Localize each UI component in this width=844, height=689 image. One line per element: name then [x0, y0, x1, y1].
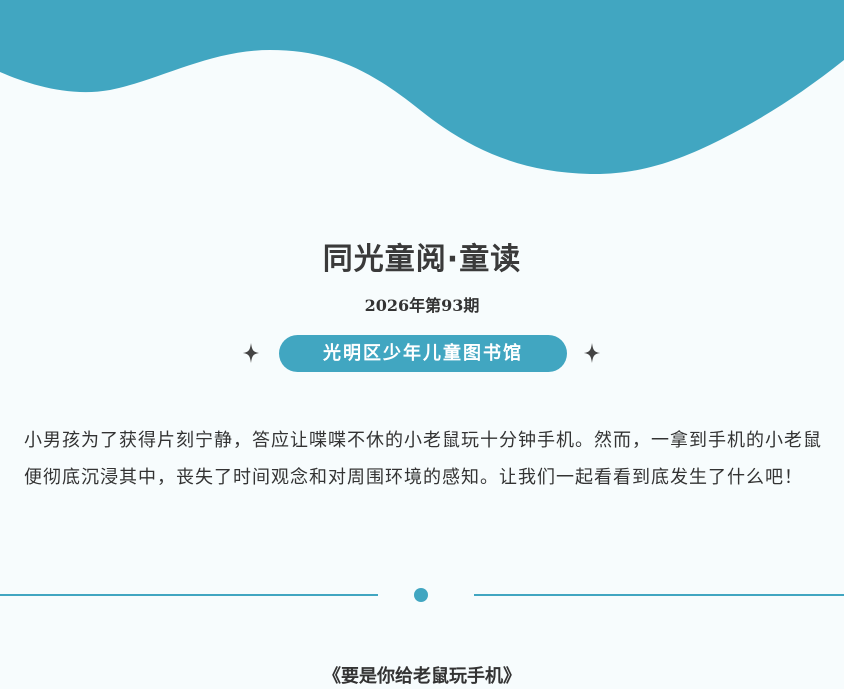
dot-icon [414, 588, 428, 602]
page-title: 同光童阅·童读 [322, 242, 522, 277]
divider-line-left [0, 594, 378, 596]
header-wave-decoration [0, 0, 844, 175]
library-badge: 光明区少年儿童图书馆 [279, 335, 567, 372]
sparkle-icon [584, 343, 600, 363]
divider-line-right [474, 594, 844, 596]
book-title: 《要是你给老鼠玩手机》 [323, 666, 521, 687]
intro-paragraph: 小男孩为了获得片刻宁静，答应让喋喋不休的小老鼠玩十分钟手机。然而，一拿到手机的小… [24, 430, 822, 488]
issue-number: 2026年第93期 [364, 296, 480, 315]
sparkle-icon [243, 343, 259, 363]
